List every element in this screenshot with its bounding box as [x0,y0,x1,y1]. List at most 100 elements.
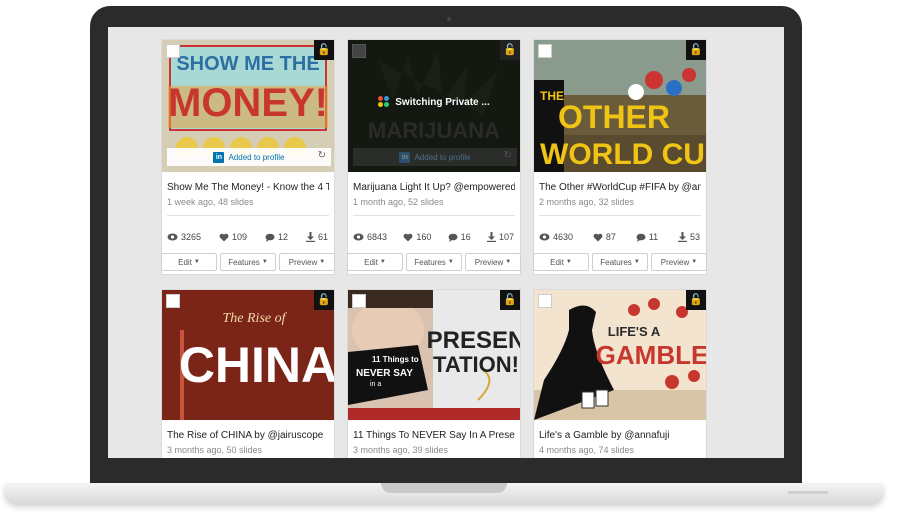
preview-button[interactable]: Preview ▼ [465,253,521,271]
presentation-meta: 2 months ago, 32 slides [539,197,635,207]
stats-row: 4630 87 11 53 [534,216,706,248]
presentation-title[interactable]: Life's a Gamble by @annafuji [539,430,701,441]
thumbnail-art: 11 Things to NEVER SAY in a PRESEN TATIO… [348,290,520,420]
presentation-meta: 3 months ago, 50 slides [167,445,263,455]
select-checkbox[interactable] [166,44,180,58]
edit-label: Edit [178,257,192,267]
unlock-icon[interactable]: 🔓 [314,40,334,60]
caret-down-icon: ▼ [691,259,698,265]
downloads-stat[interactable]: 61 [305,226,328,248]
unlock-icon[interactable]: 🔓 [500,290,520,310]
loading-dots-icon [378,96,390,108]
linkedin-icon: in [213,151,225,163]
thumb-line-2: OTHER [558,99,670,135]
thumb-line-1: SHOW ME THE [176,53,319,75]
downloads-stat[interactable]: 53 [677,226,700,248]
features-button[interactable]: Features ▼ [406,253,462,271]
added-to-profile-bar: in Added to profile ↻ [353,148,517,166]
comments-stat[interactable]: 16 [448,226,471,248]
likes-count: 87 [605,232,616,242]
presentation-card[interactable]: LIFE'S A GAMBLE 🔓 Life's a Gamble by @an… [533,289,707,458]
presentation-title[interactable]: 11 Things To NEVER Say In A Prese... [353,430,515,441]
added-to-profile-bar: in Added to profile ↻ [167,148,331,166]
features-button[interactable]: Features ▼ [592,253,648,271]
edit-button[interactable]: Edit ▼ [533,253,589,271]
heart-icon [219,233,229,241]
select-checkbox[interactable] [538,44,552,58]
presentation-meta: 3 months ago, 39 slides [353,445,449,455]
likes-stat[interactable]: 160 [403,226,431,248]
caret-down-icon: ▼ [193,259,200,265]
comments-count: 11 [648,232,659,242]
features-button[interactable]: Features ▼ [220,253,276,271]
edit-label: Edit [550,257,564,267]
caret-down-icon: ▼ [633,259,640,265]
select-checkbox[interactable] [538,294,552,308]
comments-stat[interactable]: 11 [636,226,658,248]
caret-down-icon: ▼ [261,259,268,265]
stats-row: 6843 160 16 107 [348,216,520,248]
likes-stat[interactable]: 87 [593,226,616,248]
presentation-meta: 4 months ago, 74 slides [539,445,635,455]
unlock-icon[interactable]: 🔓 [686,40,706,60]
preview-button[interactable]: Preview ▼ [279,253,335,271]
presentation-thumbnail[interactable]: ★ The Rise of CHINA 🔓 [162,290,334,420]
edit-label: Edit [364,257,378,267]
select-checkbox[interactable] [352,44,366,58]
thumb-line-1: LIFE'S A [608,324,661,339]
refresh-icon[interactable]: ↻ [504,150,512,161]
unlock-icon[interactable]: 🔓 [686,290,706,310]
screen: SHOW ME THE MONEY! 🔓 in Added to profile… [108,27,784,458]
thumb-line-2: CHINA [179,337,334,393]
webcam [447,17,451,21]
presentation-card[interactable]: MARIJUANA Switching Private ... 🔓 in Add… [347,39,521,275]
presentation-card[interactable]: ★ The Rise of CHINA 🔓 The Rise of CHINA … [161,289,335,458]
downloads-count: 61 [317,232,328,242]
heart-icon [593,233,603,241]
features-label: Features [414,257,446,267]
select-checkbox[interactable] [166,294,180,308]
caret-down-icon: ▼ [505,259,512,265]
thumb-line-4: PRESEN [427,327,520,354]
presentation-thumbnail[interactable]: LIFE'S A GAMBLE 🔓 [534,290,706,420]
presentation-thumbnail[interactable]: THE OTHER WORLD CUP 🔓 [534,40,706,172]
refresh-icon[interactable]: ↻ [318,150,326,161]
presentation-title[interactable]: Marijuana Light It Up? @empowered... [353,182,515,193]
eye-icon [353,233,364,241]
presentation-thumbnail[interactable]: 11 Things to NEVER SAY in a PRESEN TATIO… [348,290,520,420]
downloads-count: 107 [498,232,514,242]
edit-button[interactable]: Edit ▼ [347,253,403,271]
presentation-title[interactable]: Show Me The Money! - Know the 4 T... [167,182,329,193]
preview-button[interactable]: Preview ▼ [651,253,707,271]
downloads-stat[interactable]: 107 [486,226,514,248]
presentation-thumbnail[interactable]: SHOW ME THE MONEY! 🔓 in Added to profile… [162,40,334,172]
eye-icon [539,233,550,241]
presentation-thumbnail[interactable]: MARIJUANA Switching Private ... 🔓 in Add… [348,40,520,172]
comments-stat[interactable]: 12 [265,226,288,248]
eye-icon [167,233,178,241]
edit-button[interactable]: Edit ▼ [161,253,217,271]
likes-count: 160 [416,232,432,242]
presentation-title[interactable]: The Other #WorldCup #FIFA by @an... [539,182,701,193]
laptop-vent [788,491,828,494]
card-actions: Edit ▼ Features ▼ Preview ▼ [347,253,521,271]
unlock-icon[interactable]: 🔓 [314,290,334,310]
likes-stat[interactable]: 109 [219,226,247,248]
presentation-card[interactable]: SHOW ME THE MONEY! 🔓 in Added to profile… [161,39,335,275]
views-count: 6843 [367,232,388,242]
switching-text: Switching Private ... [395,96,490,108]
download-icon [677,232,687,242]
thumb-line-2: NEVER SAY [356,368,413,379]
stats-row: 3265 109 12 61 [162,216,334,248]
caret-down-icon: ▼ [319,259,326,265]
thumbnail-art: THE OTHER WORLD CUP [534,40,706,172]
unlock-icon[interactable]: 🔓 [500,40,520,60]
presentation-title[interactable]: The Rise of CHINA by @jairuscope [167,430,329,441]
views-stat: 6843 [353,226,387,248]
downloads-count: 53 [689,232,700,242]
select-checkbox[interactable] [352,294,366,308]
presentation-card[interactable]: THE OTHER WORLD CUP 🔓 The Other #WorldCu… [533,39,707,275]
presentation-card[interactable]: 11 Things to NEVER SAY in a PRESEN TATIO… [347,289,521,458]
added-to-profile-text: Added to profile [228,152,285,162]
comments-count: 12 [278,232,289,242]
